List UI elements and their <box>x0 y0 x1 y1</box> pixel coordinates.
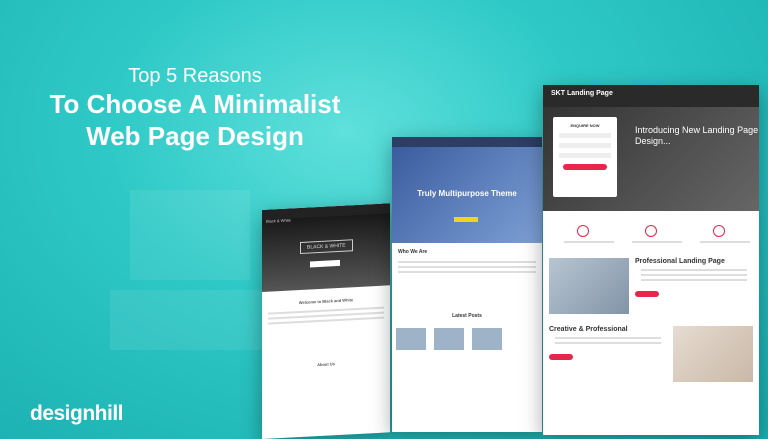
mockup3-features <box>543 211 759 252</box>
feature-text <box>632 241 682 243</box>
mockup2-nav <box>392 137 542 147</box>
mockup-multipurpose: Truly Multipurpose Theme Who We Are Late… <box>392 137 542 432</box>
mockup1-hero: Black & White BLACK & WHITE <box>262 203 390 292</box>
mockup2-hero: Truly Multipurpose Theme <box>392 147 542 243</box>
mockup3-pro-image <box>549 258 629 314</box>
designhill-logo: designhill <box>30 402 124 425</box>
headline: Top 5 Reasons To Choose A Minimalist Web… <box>20 64 370 152</box>
mockup3-creative-button <box>549 354 573 360</box>
mockup3-creative-title: Creative & Professional <box>549 326 628 333</box>
mockup2-hero-button <box>454 217 478 222</box>
banner: Top 5 Reasons To Choose A Minimalist Web… <box>0 0 768 439</box>
mockup3-creative-section: Creative & Professional <box>543 320 759 388</box>
enquiry-form: ENQUIRE NOW <box>553 117 617 197</box>
text-line <box>641 269 747 271</box>
text-line <box>555 342 661 344</box>
feature-text <box>700 241 750 243</box>
basket-icon <box>713 225 725 237</box>
headline-line-1: Top 5 Reasons <box>128 65 262 87</box>
mockup-skt-landing: SKT Landing Page ENQUIRE NOW Introducing… <box>543 85 759 435</box>
mockup1-section-title: Welcome to Black and White <box>298 297 354 306</box>
mockup2-who-title: Who We Are <box>398 249 428 255</box>
mockup2-text-line <box>398 261 536 263</box>
mockup2-text-line <box>398 266 536 268</box>
form-field <box>559 153 611 158</box>
form-field <box>559 143 611 148</box>
mockup-black-white: Black & White BLACK & WHITE Welcome to B… <box>262 203 390 439</box>
mockup2-text-line <box>398 271 536 273</box>
background-sink <box>110 290 270 350</box>
mockup3-pro-button <box>635 291 659 297</box>
mockup3-creative-text: Creative & Professional <box>549 326 673 382</box>
mockup2-posts <box>392 325 542 358</box>
feature-column <box>626 225 682 246</box>
mockup1-hero-text: BLACK & WHITE <box>300 239 353 255</box>
text-line <box>555 337 661 339</box>
headline-line-2: To Choose A Minimalist <box>49 89 341 119</box>
post-thumbnail <box>472 328 502 350</box>
mockup3-creative-image <box>673 326 753 382</box>
mockup2-latest-title: Latest Posts <box>452 313 482 319</box>
mockup3-pro-section: Professional Landing Page <box>543 252 759 320</box>
mockup3-pro-title: Professional Landing Page <box>635 258 725 265</box>
mockup3-brand: SKT Landing Page <box>551 90 613 97</box>
phone-icon <box>577 225 589 237</box>
enquiry-form-title: ENQUIRE NOW <box>570 123 600 128</box>
text-line <box>641 279 747 281</box>
mockup1-hero-button <box>310 259 340 268</box>
mockup2-hero-title: Truly Multipurpose Theme <box>417 189 517 198</box>
feature-column <box>694 225 750 246</box>
mockup3-intro: Introducing New Landing Page Design... <box>635 125 759 146</box>
post-thumbnail <box>434 328 464 350</box>
post-thumbnail <box>396 328 426 350</box>
mockup3-pro-text: Professional Landing Page <box>629 258 753 314</box>
mockup3-nav: SKT Landing Page <box>543 85 759 107</box>
form-field <box>559 133 611 138</box>
form-submit-button <box>563 164 607 170</box>
pen-icon <box>645 225 657 237</box>
mockup3-hero: ENQUIRE NOW Introducing New Landing Page… <box>543 107 759 211</box>
text-line <box>641 274 747 276</box>
mockup1-nav: Black & White <box>262 203 390 224</box>
mockup1-about: About Us <box>317 361 335 368</box>
mockup1-brand: Black & White <box>266 217 291 224</box>
feature-column <box>558 225 614 246</box>
headline-line-3: Web Page Design <box>86 121 304 151</box>
feature-text <box>564 241 614 243</box>
background-wall-tile <box>130 190 250 280</box>
